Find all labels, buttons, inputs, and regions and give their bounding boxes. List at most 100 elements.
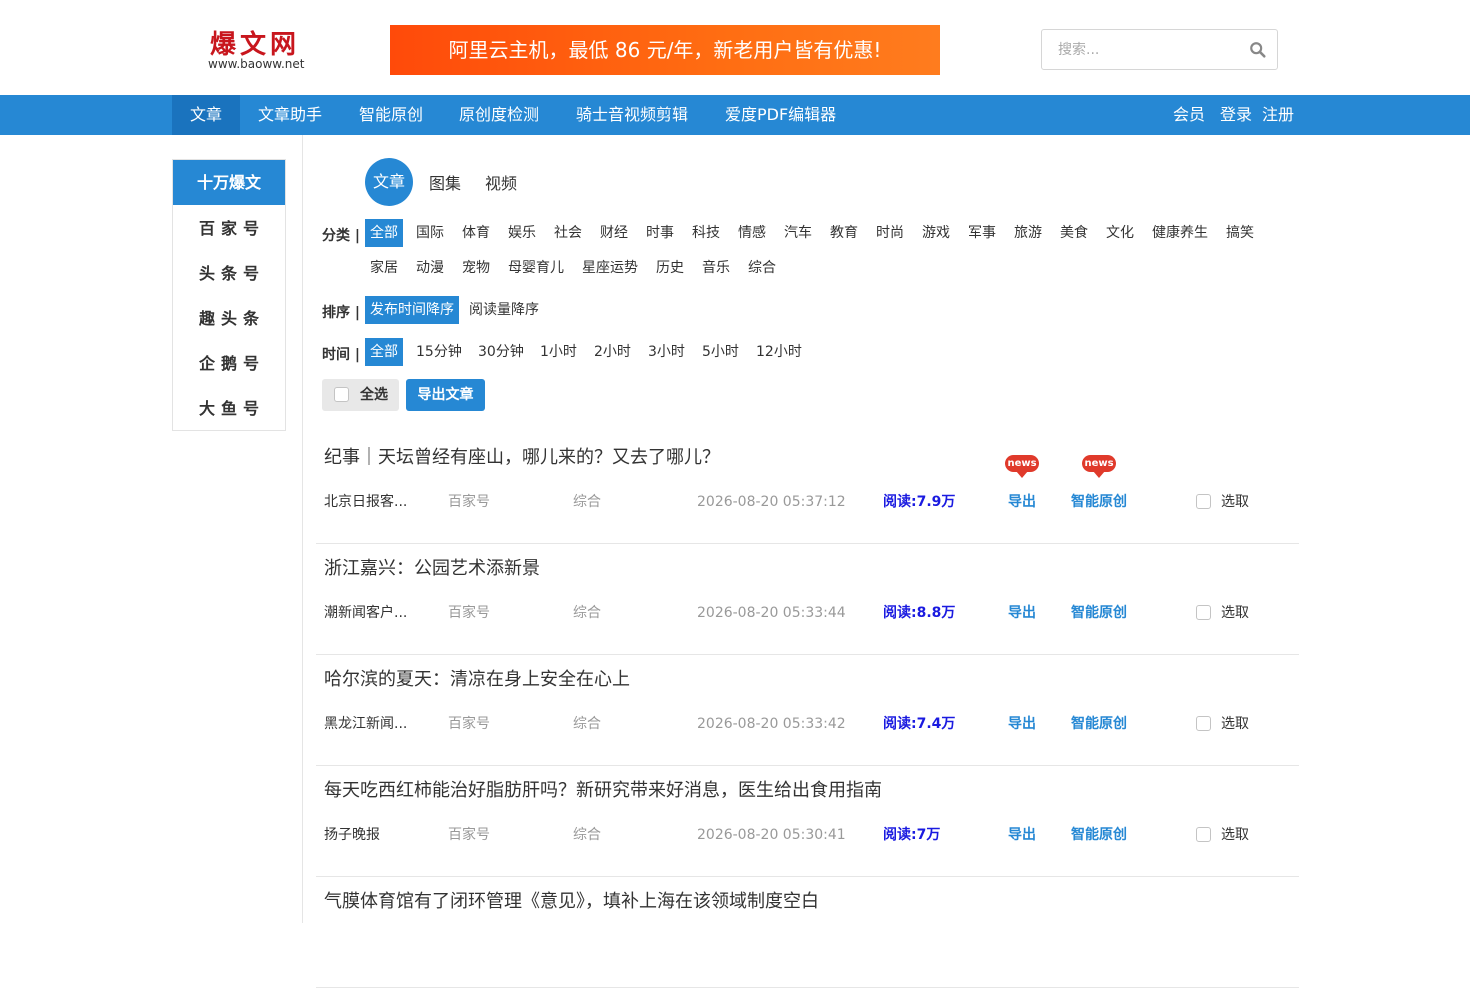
category-chip-row2-6[interactable]: 音乐	[697, 254, 735, 282]
time-chip-4[interactable]: 2小时	[589, 338, 636, 366]
article-ai-original-link[interactable]: 智能原创	[1071, 493, 1127, 511]
article-select-label: 选取	[1221, 494, 1249, 510]
article-ai-original-link[interactable]: 智能原创	[1071, 826, 1127, 844]
article-title[interactable]: 纪事｜天坛曾经有座山，哪儿来的？又去了哪儿？	[324, 446, 720, 470]
sort-reads-desc[interactable]: 阅读量降序	[464, 296, 544, 324]
category-chip-17[interactable]: 健康养生	[1147, 219, 1213, 247]
sidebar-item-hot[interactable]: 十万爆文	[173, 160, 285, 205]
search-icon[interactable]	[1249, 41, 1267, 59]
time-chip-3[interactable]: 1小时	[535, 338, 582, 366]
article-select-checkbox[interactable]	[1196, 494, 1211, 509]
category-chip-13[interactable]: 军事	[963, 219, 1001, 247]
category-chip-row2-3[interactable]: 母婴育儿	[503, 254, 569, 282]
article-category: 综合	[573, 605, 601, 621]
category-chip-16[interactable]: 文化	[1101, 219, 1139, 247]
sidebar-item-toutiao[interactable]: 头条号	[173, 251, 285, 296]
article-export-link[interactable]: 导出	[1008, 493, 1036, 511]
ad-banner[interactable]: 阿里云主机，最低 86 元/年，新老用户皆有优惠!	[390, 25, 940, 75]
category-label: 分类 |	[322, 228, 360, 244]
category-chip-15[interactable]: 美食	[1055, 219, 1093, 247]
category-chip-row2-4[interactable]: 星座运势	[577, 254, 643, 282]
article-time: 2026-08-20 05:37:12	[697, 494, 846, 510]
sort-time-desc[interactable]: 发布时间降序	[365, 296, 459, 324]
time-chip-1[interactable]: 15分钟	[411, 338, 467, 366]
category-chip-3[interactable]: 娱乐	[503, 219, 541, 247]
category-chip-0[interactable]: 全部	[365, 219, 403, 247]
sidebar-item-qiehao[interactable]: 企鹅号	[173, 341, 285, 386]
tab-video[interactable]: 视频	[485, 170, 517, 194]
news-badge: news	[1005, 455, 1039, 481]
article-title[interactable]: 哈尔滨的夏天：清凉在身上安全在心上	[324, 668, 630, 692]
nav-member[interactable]: 会员	[1173, 95, 1205, 135]
export-articles-button[interactable]: 导出文章	[406, 379, 485, 411]
category-chip-row2-5[interactable]: 历史	[651, 254, 689, 282]
nav-item-video-editor[interactable]: 骑士音视频剪辑	[576, 95, 688, 135]
divider	[302, 135, 303, 923]
sidebar-item-baijiahao[interactable]: 百家号	[173, 206, 285, 251]
time-chip-2[interactable]: 30分钟	[473, 338, 529, 366]
article-ai-original-link[interactable]: 智能原创	[1071, 604, 1127, 622]
site-logo[interactable]: 爆文网 www.baoww.net	[208, 30, 316, 74]
article-row: 哈尔滨的夏天：清凉在身上安全在心上 黑龙江新闻... 百家号 综合 2026-08-20…	[316, 654, 1299, 766]
article-select-checkbox[interactable]	[1196, 605, 1211, 620]
header: 爆文网 www.baoww.net 阿里云主机，最低 86 元/年，新老用户皆有…	[0, 0, 1470, 95]
select-all-button[interactable]: 全选	[322, 379, 399, 411]
category-chip-10[interactable]: 教育	[825, 219, 863, 247]
article-title[interactable]: 气膜体育馆有了闭环管理《意见》，填补上海在该领域制度空白	[324, 890, 819, 914]
time-chip-7[interactable]: 12小时	[751, 338, 807, 366]
article-time: 2026-08-20 05:30:41	[697, 827, 846, 843]
article-export-link[interactable]: 导出	[1008, 826, 1036, 844]
nav-register[interactable]: 注册	[1262, 95, 1294, 135]
nav-item-pdf-editor[interactable]: 爱度PDF编辑器	[725, 95, 836, 135]
nav-item-ai-original[interactable]: 智能原创	[359, 95, 423, 135]
article-author: 北京日报客...	[324, 494, 408, 510]
time-label: 时间 |	[322, 347, 360, 363]
category-chip-1[interactable]: 国际	[411, 219, 449, 247]
sidebar-item-dayu[interactable]: 大鱼号	[173, 386, 285, 431]
category-chip-row2-0[interactable]: 家居	[365, 254, 403, 282]
select-all-label: 全选	[360, 387, 388, 403]
article-export-link[interactable]: 导出	[1008, 715, 1036, 733]
article-select-checkbox[interactable]	[1196, 716, 1211, 731]
nav-item-article-assistant[interactable]: 文章助手	[258, 95, 322, 135]
category-chip-row2-2[interactable]: 宠物	[457, 254, 495, 282]
category-chip-11[interactable]: 时尚	[871, 219, 909, 247]
article-row: 每天吃西红柿能治好脂肪肝吗？新研究带来好消息，医生给出食用指南 扬子晚报 百家号 综合…	[316, 765, 1299, 877]
article-reads: 阅读:7.4万	[883, 716, 956, 732]
search-box	[1041, 29, 1278, 70]
main-nav: 文章 文章助手 智能原创 原创度检测 骑士音视频剪辑 爱度PDF编辑器 会员 登…	[0, 95, 1470, 135]
category-chip-7[interactable]: 科技	[687, 219, 725, 247]
category-chip-14[interactable]: 旅游	[1009, 219, 1047, 247]
category-chip-row2-1[interactable]: 动漫	[411, 254, 449, 282]
article-category: 综合	[573, 827, 601, 843]
article-row: 浙江嘉兴：公园艺术添新景 潮新闻客户... 百家号 综合 2026-08-20 05:3…	[316, 543, 1299, 655]
article-ai-original-link[interactable]: 智能原创	[1071, 715, 1127, 733]
search-input[interactable]	[1042, 30, 1242, 69]
category-chip-9[interactable]: 汽车	[779, 219, 817, 247]
article-title[interactable]: 浙江嘉兴：公园艺术添新景	[324, 557, 540, 581]
category-chip-12[interactable]: 游戏	[917, 219, 955, 247]
article-select-label: 选取	[1221, 716, 1249, 732]
article-platform: 百家号	[448, 494, 490, 510]
category-chip-18[interactable]: 搞笑	[1221, 219, 1259, 247]
nav-item-originality-check[interactable]: 原创度检测	[459, 95, 539, 135]
time-chip-6[interactable]: 5小时	[697, 338, 744, 366]
article-export-link[interactable]: 导出	[1008, 604, 1036, 622]
article-select-checkbox[interactable]	[1196, 827, 1211, 842]
select-all-checkbox[interactable]	[334, 387, 349, 402]
category-chip-row2-7[interactable]: 综合	[743, 254, 781, 282]
tab-gallery[interactable]: 图集	[429, 170, 461, 194]
time-chip-0[interactable]: 全部	[365, 338, 403, 366]
nav-item-article[interactable]: 文章	[172, 95, 240, 135]
article-reads: 阅读:7万	[883, 827, 941, 843]
time-chip-5[interactable]: 3小时	[643, 338, 690, 366]
article-title[interactable]: 每天吃西红柿能治好脂肪肝吗？新研究带来好消息，医生给出食用指南	[324, 779, 882, 803]
category-chip-6[interactable]: 时事	[641, 219, 679, 247]
category-chip-5[interactable]: 财经	[595, 219, 633, 247]
category-chip-8[interactable]: 情感	[733, 219, 771, 247]
tab-article[interactable]: 文章	[365, 158, 413, 206]
category-chip-4[interactable]: 社会	[549, 219, 587, 247]
nav-login[interactable]: 登录	[1220, 95, 1252, 135]
category-chip-2[interactable]: 体育	[457, 219, 495, 247]
sidebar-item-qutoutiao[interactable]: 趣头条	[173, 296, 285, 341]
